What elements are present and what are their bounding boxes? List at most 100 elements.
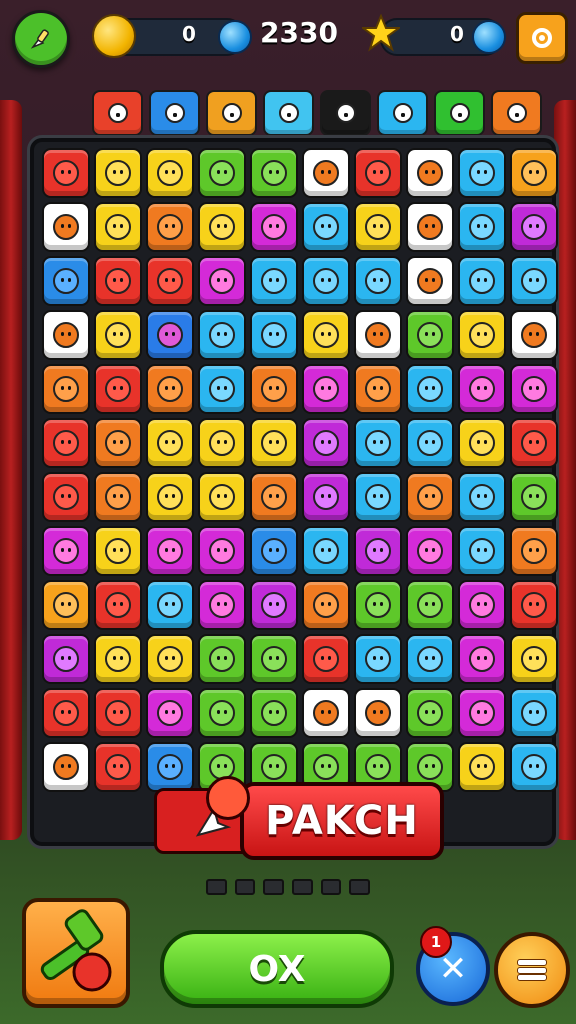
- board-tile[interactable]: [94, 472, 142, 522]
- board-tile[interactable]: [250, 148, 298, 198]
- menu-button[interactable]: [494, 932, 570, 1008]
- board-tile[interactable]: [94, 310, 142, 360]
- board-tile[interactable]: [250, 580, 298, 630]
- board-tile[interactable]: [42, 310, 90, 360]
- board-tile[interactable]: [354, 202, 402, 252]
- board-tile[interactable]: [458, 256, 506, 306]
- board-tile[interactable]: [146, 526, 194, 576]
- board-tile[interactable]: [510, 472, 558, 522]
- board-tile[interactable]: [458, 202, 506, 252]
- board-tile[interactable]: [198, 148, 246, 198]
- board-tile[interactable]: [94, 688, 142, 738]
- board-tile[interactable]: [42, 526, 90, 576]
- board-tile[interactable]: [146, 472, 194, 522]
- board-tile[interactable]: [42, 634, 90, 684]
- board-tile[interactable]: [146, 202, 194, 252]
- board-tile[interactable]: [250, 256, 298, 306]
- board-tile[interactable]: [510, 310, 558, 360]
- board-tile[interactable]: [354, 148, 402, 198]
- board-tile[interactable]: [94, 202, 142, 252]
- board-tile[interactable]: [94, 526, 142, 576]
- board-tile[interactable]: [198, 634, 246, 684]
- board-tile[interactable]: [354, 364, 402, 414]
- board-tile[interactable]: [458, 742, 506, 792]
- board-tile[interactable]: [250, 202, 298, 252]
- board-tile[interactable]: [302, 202, 350, 252]
- board-tile[interactable]: [354, 310, 402, 360]
- banner[interactable]: PAKCH: [154, 776, 444, 862]
- board-tile[interactable]: [406, 634, 454, 684]
- board-tile[interactable]: [146, 364, 194, 414]
- board-tile[interactable]: [458, 634, 506, 684]
- board-tile[interactable]: [94, 580, 142, 630]
- board-tile[interactable]: [42, 148, 90, 198]
- board-tile[interactable]: [302, 310, 350, 360]
- board-tile[interactable]: [250, 634, 298, 684]
- board-tile[interactable]: [146, 634, 194, 684]
- board-tile[interactable]: [250, 364, 298, 414]
- board-tile[interactable]: [94, 742, 142, 792]
- board-tile[interactable]: [510, 580, 558, 630]
- settings-button[interactable]: [516, 12, 568, 64]
- board-tile[interactable]: [458, 526, 506, 576]
- board-tile[interactable]: [250, 418, 298, 468]
- banner-label[interactable]: PAKCH: [240, 782, 444, 860]
- board-tile[interactable]: [510, 364, 558, 414]
- board-tile[interactable]: [42, 418, 90, 468]
- board-tile[interactable]: [406, 526, 454, 576]
- board-tile[interactable]: [302, 526, 350, 576]
- board-tile[interactable]: [354, 634, 402, 684]
- board-tile[interactable]: [146, 310, 194, 360]
- board-tile[interactable]: [94, 364, 142, 414]
- ok-button[interactable]: OX: [160, 930, 394, 1008]
- board-tile[interactable]: [250, 688, 298, 738]
- board-tile[interactable]: [302, 256, 350, 306]
- board-tile[interactable]: [94, 418, 142, 468]
- board-tile[interactable]: [302, 688, 350, 738]
- board-tile[interactable]: [406, 472, 454, 522]
- board-tile[interactable]: [406, 256, 454, 306]
- board-tile[interactable]: [406, 688, 454, 738]
- board-tile[interactable]: [198, 688, 246, 738]
- board-tile[interactable]: [354, 580, 402, 630]
- board-tile[interactable]: [354, 256, 402, 306]
- board-tile[interactable]: [198, 526, 246, 576]
- board-tile[interactable]: [510, 688, 558, 738]
- board-tile[interactable]: [458, 310, 506, 360]
- board-tile[interactable]: [458, 472, 506, 522]
- back-button[interactable]: [12, 10, 70, 68]
- board-tile[interactable]: [354, 418, 402, 468]
- board-tile[interactable]: [198, 580, 246, 630]
- board-tile[interactable]: [250, 472, 298, 522]
- board-tile[interactable]: [458, 580, 506, 630]
- board-tile[interactable]: [510, 526, 558, 576]
- booster-button[interactable]: [22, 898, 130, 1008]
- board-tile[interactable]: [354, 472, 402, 522]
- board-tile[interactable]: [302, 580, 350, 630]
- board-tile[interactable]: [94, 634, 142, 684]
- board-tile[interactable]: [42, 688, 90, 738]
- board-tile[interactable]: [146, 148, 194, 198]
- board-tile[interactable]: [42, 256, 90, 306]
- board-tile[interactable]: [146, 580, 194, 630]
- board-tile[interactable]: [146, 256, 194, 306]
- board-tile[interactable]: [510, 418, 558, 468]
- board-tile[interactable]: [458, 364, 506, 414]
- board-tile[interactable]: [250, 526, 298, 576]
- board-tile[interactable]: [198, 256, 246, 306]
- board-tile[interactable]: [198, 364, 246, 414]
- board-tile[interactable]: [42, 742, 90, 792]
- board-tile[interactable]: [42, 202, 90, 252]
- board-tile[interactable]: [146, 418, 194, 468]
- board-tile[interactable]: [406, 202, 454, 252]
- board-tile[interactable]: [146, 688, 194, 738]
- board-tile[interactable]: [458, 688, 506, 738]
- board-tile[interactable]: [458, 418, 506, 468]
- board-tile[interactable]: [94, 148, 142, 198]
- board-tile[interactable]: [198, 472, 246, 522]
- board-tile[interactable]: [198, 202, 246, 252]
- board-tile[interactable]: [510, 742, 558, 792]
- board-tile[interactable]: [42, 364, 90, 414]
- board-tile[interactable]: [510, 202, 558, 252]
- board-tile[interactable]: [354, 688, 402, 738]
